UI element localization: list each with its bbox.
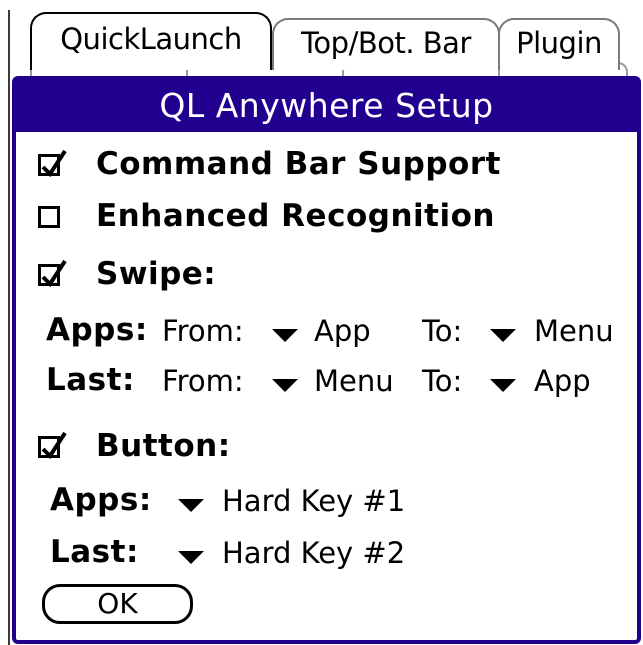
swipe-label: Swipe: [96,256,217,292]
dropdown-arrow-icon [272,329,298,342]
button-last-trigger[interactable]: Hard Key #2 [176,536,446,574]
ok-button[interactable]: OK [42,584,193,624]
button-last-row: Last: Hard Key #2 [16,534,637,574]
command-bar-support-row[interactable]: Command Bar Support [16,146,637,186]
swipe-last-from-label: From: [162,364,244,398]
checkmark-icon [41,259,67,288]
window-edge [8,10,10,645]
swipe-apps-label: Apps: [46,312,148,348]
dropdown-arrow-icon [490,379,516,392]
swipe-apps-to-value: Menu [534,314,614,348]
swipe-row[interactable]: Swipe: [16,256,637,296]
swipe-last-from-trigger[interactable]: Menu [266,364,416,402]
tab-quicklaunch[interactable]: QuickLaunch [30,12,272,70]
swipe-apps-from-trigger[interactable]: App [266,314,386,352]
enhanced-recognition-row[interactable]: Enhanced Recognition [16,198,637,238]
button-checkbox[interactable] [38,431,67,460]
command-bar-support-checkbox[interactable] [38,149,67,178]
enhanced-recognition-label: Enhanced Recognition [96,198,495,234]
swipe-apps-to-label: To: [422,314,463,348]
tab-strip: QuickLaunch Top/Bot. Bar Plugin [0,0,643,645]
swipe-apps-from-label: From: [162,314,244,348]
swipe-last-row: Last: From: Menu To: App [16,362,637,402]
swipe-checkbox[interactable] [38,259,67,288]
dropdown-arrow-icon [178,551,204,564]
swipe-last-to-label: To: [422,364,463,398]
enhanced-recognition-checkbox[interactable] [38,206,60,228]
button-apps-row: Apps: Hard Key #1 [16,482,637,522]
checkmark-icon [41,431,67,460]
button-apps-value: Hard Key #1 [222,484,406,518]
button-label: Button: [96,428,231,464]
swipe-last-to-value: App [534,364,591,398]
swipe-apps-row: Apps: From: App To: Menu [16,312,637,352]
button-last-value: Hard Key #2 [222,536,406,570]
dropdown-arrow-icon [178,499,204,512]
tab-plugin-label: Plugin [516,26,602,60]
swipe-apps-to-trigger[interactable]: Menu [488,314,638,352]
dropdown-arrow-icon [490,329,516,342]
dialog-title: QL Anywhere Setup [16,80,637,132]
button-last-label: Last: [50,534,139,570]
checkmark-icon [41,149,67,178]
dropdown-arrow-icon [272,379,298,392]
swipe-apps-from-value: App [314,314,371,348]
tab-quicklaunch-label: QuickLaunch [60,22,242,56]
swipe-last-to-trigger[interactable]: App [488,364,638,402]
command-bar-support-label: Command Bar Support [96,146,501,182]
setup-dialog: QL Anywhere Setup Command Bar Support En… [12,76,641,644]
tab-top-bot-bar[interactable]: Top/Bot. Bar [272,18,500,70]
swipe-last-label: Last: [46,362,135,398]
button-row[interactable]: Button: [16,428,637,468]
swipe-last-from-value: Menu [314,364,394,398]
tab-top-bot-bar-label: Top/Bot. Bar [301,26,471,60]
button-apps-trigger[interactable]: Hard Key #1 [176,484,446,522]
button-apps-label: Apps: [50,482,152,518]
tab-plugin[interactable]: Plugin [498,18,620,70]
